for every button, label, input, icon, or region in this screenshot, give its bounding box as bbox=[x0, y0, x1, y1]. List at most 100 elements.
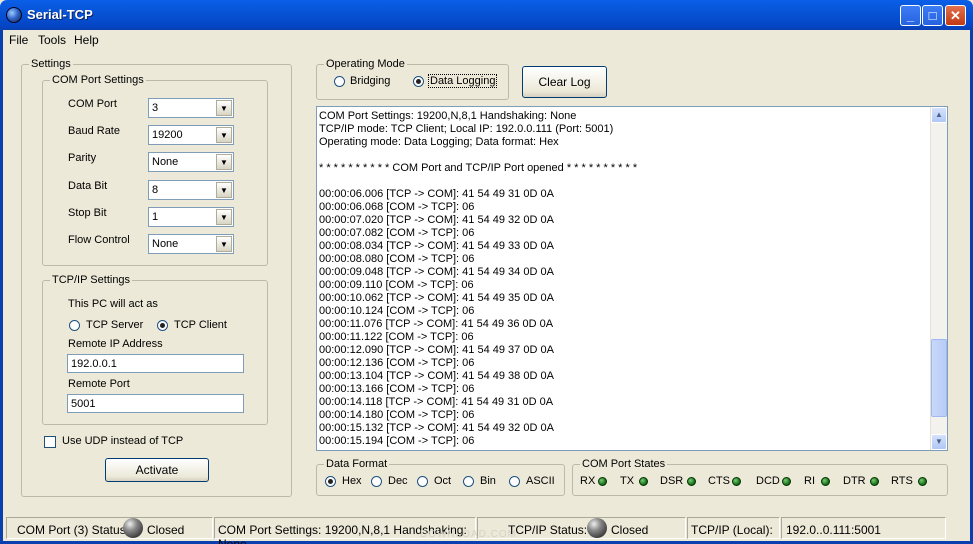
chevron-down-icon[interactable]: ▼ bbox=[216, 127, 232, 143]
menu-file[interactable]: File bbox=[9, 33, 28, 47]
bridging-radio[interactable] bbox=[334, 76, 345, 87]
baud-rate-select[interactable]: 19200 ▼ bbox=[148, 125, 234, 145]
scroll-up-icon[interactable]: ▲ bbox=[931, 107, 947, 123]
com-port-label: COM Port bbox=[68, 98, 117, 110]
use-udp-label[interactable]: Use UDP instead of TCP bbox=[62, 435, 183, 447]
dtr-led-icon bbox=[870, 477, 879, 486]
log-line: 00:00:08.080 [COM -> TCP]: 06 bbox=[319, 253, 475, 265]
tx-label: TX bbox=[620, 475, 635, 487]
remote-port-input[interactable]: 5001 bbox=[67, 394, 244, 413]
dtr-label: DTR bbox=[843, 475, 866, 487]
format-oct-radio[interactable] bbox=[417, 476, 428, 487]
chevron-down-icon[interactable]: ▼ bbox=[216, 209, 232, 225]
flow-control-label: Flow Control bbox=[68, 234, 130, 246]
format-hex-label[interactable]: Hex bbox=[342, 475, 362, 487]
ri-label: RI bbox=[804, 475, 815, 487]
data-logging-label[interactable]: Data Logging bbox=[427, 74, 498, 88]
com-port-value: 3 bbox=[152, 102, 159, 114]
format-ascii-radio[interactable] bbox=[509, 476, 520, 487]
log-textarea[interactable]: COM Port Settings: 19200,N,8,1 Handshaki… bbox=[316, 106, 948, 451]
com-status-panel: COM Port (3) Status: Closed bbox=[6, 517, 213, 539]
menu-tools[interactable]: Tools bbox=[38, 33, 66, 47]
close-button[interactable]: ✕ bbox=[945, 5, 966, 26]
rx-label: RX bbox=[580, 475, 596, 487]
tcp-server-radio[interactable] bbox=[69, 320, 80, 331]
log-line: COM Port Settings: 19200,N,8,1 Handshaki… bbox=[319, 110, 577, 122]
tcp-local-value-panel: 192.0..0.111:5001 bbox=[781, 517, 946, 539]
log-line: 00:00:13.166 [COM -> TCP]: 06 bbox=[319, 383, 475, 395]
title-bar[interactable]: Serial-TCP _ □ ✕ bbox=[0, 0, 973, 30]
data-bit-label: Data Bit bbox=[68, 180, 108, 192]
tcp-server-label[interactable]: TCP Server bbox=[86, 319, 143, 331]
com-port-select[interactable]: 3 ▼ bbox=[148, 98, 234, 118]
tcp-ip-settings-label: TCP/IP Settings bbox=[50, 274, 133, 286]
log-line: 00:00:06.068 [COM -> TCP]: 06 bbox=[319, 201, 475, 213]
log-line: 00:00:06.006 [TCP -> COM]: 41 54 49 31 0… bbox=[319, 188, 554, 200]
data-bit-select[interactable]: 8 ▼ bbox=[148, 180, 234, 200]
log-line: 00:00:07.082 [COM -> TCP]: 06 bbox=[319, 227, 475, 239]
com-status-value: Closed bbox=[147, 523, 185, 537]
parity-select[interactable]: None ▼ bbox=[148, 152, 234, 172]
log-line: 00:00:14.118 [TCP -> COM]: 41 54 49 31 0… bbox=[319, 396, 554, 408]
format-oct-label[interactable]: Oct bbox=[434, 475, 451, 487]
stop-bit-select[interactable]: 1 ▼ bbox=[148, 207, 234, 227]
use-udp-checkbox[interactable] bbox=[44, 436, 56, 448]
format-dec-radio[interactable] bbox=[371, 476, 382, 487]
ri-led-icon bbox=[821, 477, 830, 486]
format-dec-label[interactable]: Dec bbox=[388, 475, 408, 487]
flow-control-select[interactable]: None ▼ bbox=[148, 234, 234, 254]
maximize-button[interactable]: □ bbox=[922, 5, 943, 26]
baud-rate-value: 19200 bbox=[152, 129, 183, 141]
tcp-status-value: Closed bbox=[611, 523, 649, 537]
tcp-local-label: TCP/IP (Local): bbox=[691, 523, 773, 537]
minimize-button[interactable]: _ bbox=[900, 5, 921, 26]
settings-label: Settings bbox=[29, 58, 73, 70]
remote-port-label: Remote Port bbox=[68, 378, 130, 390]
data-format-label: Data Format bbox=[324, 458, 390, 470]
chevron-down-icon[interactable]: ▼ bbox=[216, 236, 232, 252]
chevron-down-icon[interactable]: ▼ bbox=[216, 182, 232, 198]
tcp-client-radio[interactable] bbox=[157, 320, 168, 331]
flow-control-value: None bbox=[152, 238, 179, 250]
tx-led-icon bbox=[639, 477, 648, 486]
chevron-down-icon[interactable]: ▼ bbox=[216, 154, 232, 170]
com-status-indicator-icon bbox=[123, 518, 143, 538]
bridging-label[interactable]: Bridging bbox=[350, 75, 390, 87]
remote-ip-value: 192.0.0.1 bbox=[71, 358, 117, 370]
window-title: Serial-TCP bbox=[27, 7, 93, 22]
log-line: 00:00:15.194 [COM -> TCP]: 06 bbox=[319, 435, 475, 447]
log-line: 00:00:09.048 [TCP -> COM]: 41 54 49 34 0… bbox=[319, 266, 554, 278]
log-line: 00:00:15.132 [TCP -> COM]: 41 54 49 32 0… bbox=[319, 422, 554, 434]
format-ascii-label[interactable]: ASCII bbox=[526, 475, 555, 487]
log-line: 00:00:10.124 [COM -> TCP]: 06 bbox=[319, 305, 475, 317]
log-scrollbar[interactable]: ▲ ▼ bbox=[930, 107, 947, 450]
activate-button[interactable]: Activate bbox=[105, 458, 209, 482]
tcp-client-label[interactable]: TCP Client bbox=[174, 319, 227, 331]
tcp-local-value: 192.0..0.111:5001 bbox=[786, 523, 881, 537]
clear-log-button[interactable]: Clear Log bbox=[522, 66, 607, 98]
baud-rate-label: Baud Rate bbox=[68, 125, 120, 137]
format-bin-radio[interactable] bbox=[463, 476, 474, 487]
rts-label: RTS bbox=[891, 475, 913, 487]
scroll-thumb[interactable] bbox=[931, 339, 947, 417]
act-as-label: This PC will act as bbox=[68, 298, 158, 310]
format-bin-label[interactable]: Bin bbox=[480, 475, 496, 487]
data-logging-radio[interactable] bbox=[413, 76, 424, 87]
stop-bit-value: 1 bbox=[152, 211, 159, 223]
tcp-local-panel: TCP/IP (Local): bbox=[687, 517, 780, 539]
log-line: 00:00:07.020 [TCP -> COM]: 41 54 49 32 0… bbox=[319, 214, 554, 226]
format-hex-radio[interactable] bbox=[325, 476, 336, 487]
log-line: 00:00:12.090 [TCP -> COM]: 41 54 49 37 0… bbox=[319, 344, 554, 356]
remote-port-value: 5001 bbox=[71, 398, 96, 410]
dcd-label: DCD bbox=[756, 475, 780, 487]
tcp-status-indicator-icon bbox=[587, 518, 607, 538]
menu-help[interactable]: Help bbox=[74, 33, 99, 47]
log-line: 00:00:09.110 [COM -> TCP]: 06 bbox=[319, 279, 474, 291]
log-line: Operating mode: Data Logging; Data forma… bbox=[319, 136, 559, 148]
scroll-down-icon[interactable]: ▼ bbox=[931, 434, 947, 450]
remote-ip-input[interactable]: 192.0.0.1 bbox=[67, 354, 244, 373]
chevron-down-icon[interactable]: ▼ bbox=[216, 100, 232, 116]
log-line: 00:00:11.076 [TCP -> COM]: 41 54 49 36 0… bbox=[319, 318, 554, 330]
